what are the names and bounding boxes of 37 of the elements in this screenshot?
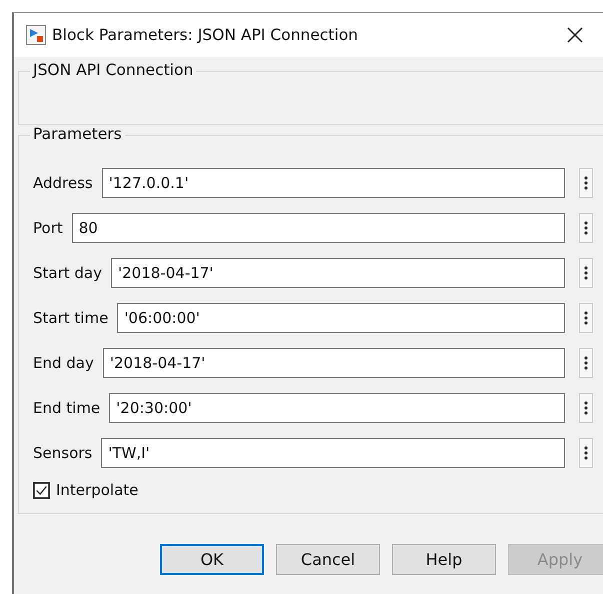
input-field[interactable]: '127.0.0.1' [102,168,565,198]
more-options-button[interactable] [579,303,593,333]
checkbox-label: Interpolate [56,481,138,499]
more-options-button[interactable] [579,168,593,198]
ellipsis-icon [584,220,588,236]
input-field[interactable]: 'TW,I' [101,438,565,468]
field-label: Start day [33,264,102,282]
ellipsis-icon [584,310,588,326]
ellipsis-icon [584,355,588,371]
input-field[interactable]: 80 [72,213,565,243]
field-label: Port [33,219,63,237]
more-options-button[interactable] [579,438,593,468]
dialog-button[interactable]: Help [392,544,496,575]
block-icon [26,25,46,45]
dialog-button[interactable]: OK [160,544,264,575]
field-label: End day [33,354,94,372]
dialog-button[interactable]: Cancel [276,544,380,575]
input-field[interactable]: '06:00:00' [117,303,565,333]
ellipsis-icon [584,400,588,416]
field-label: Sensors [33,444,92,462]
ellipsis-icon [584,175,588,191]
more-options-button[interactable] [579,258,593,288]
input-field[interactable]: '2018-04-17' [102,348,565,378]
ellipsis-icon [584,265,588,281]
more-options-button[interactable] [579,393,593,423]
input-field[interactable]: '20:30:00' [109,393,565,423]
close-icon[interactable] [566,26,584,44]
group-title: JSON API Connection [30,61,196,79]
checkbox[interactable] [33,482,50,498]
window-title: Block Parameters: JSON API Connection [52,26,359,44]
more-options-button[interactable] [579,213,593,243]
field-label: Start time [33,309,108,327]
more-options-button[interactable] [579,348,593,378]
field-label: Address [33,174,93,192]
field-label: End time [33,399,100,417]
ellipsis-icon [584,445,588,461]
input-field[interactable]: '2018-04-17' [111,258,565,288]
